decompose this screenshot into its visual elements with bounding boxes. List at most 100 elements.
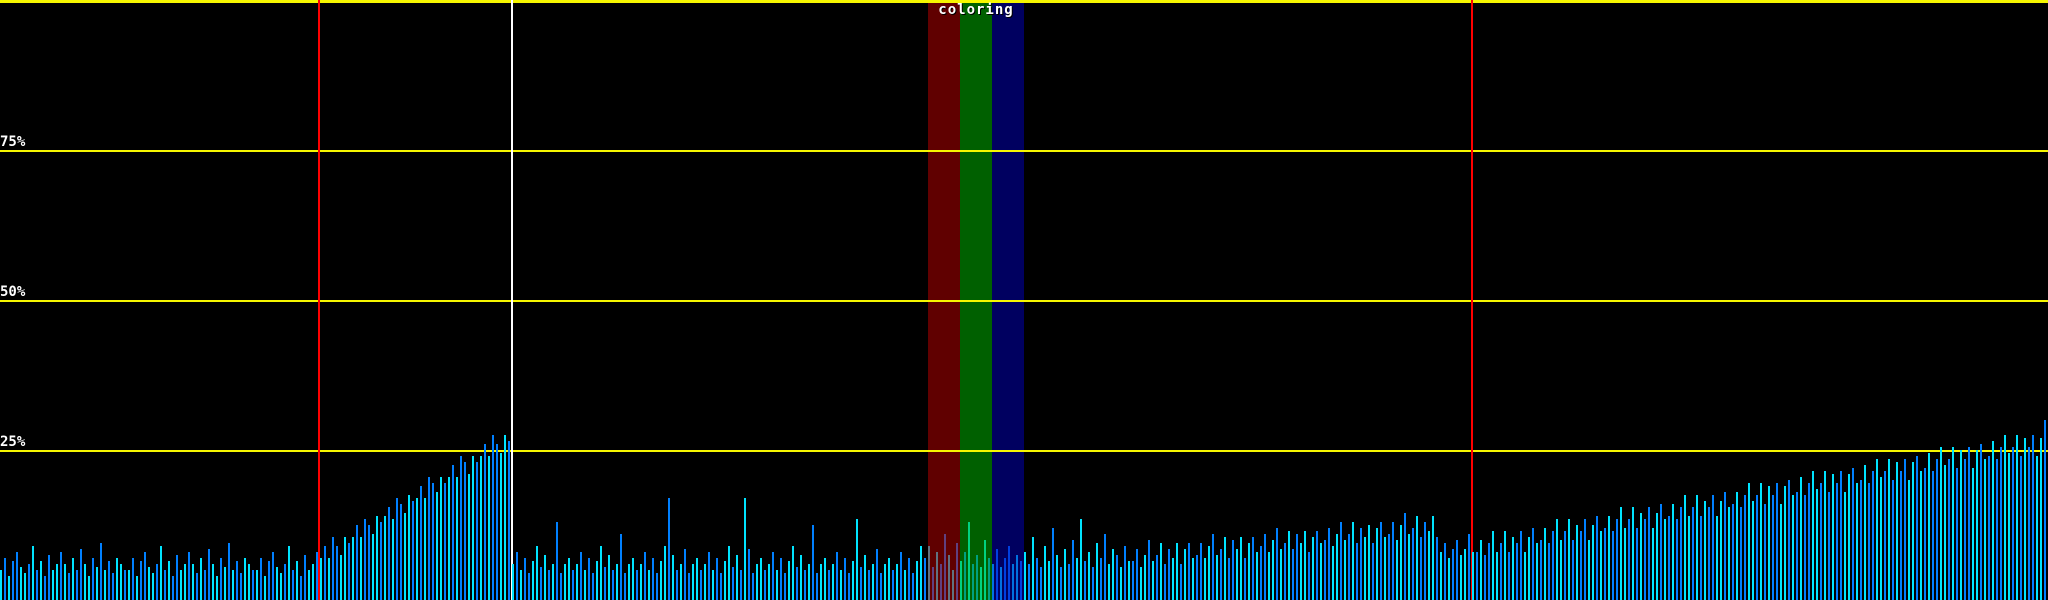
histogram-bar xyxy=(436,492,438,600)
histogram-bar xyxy=(1888,459,1890,600)
histogram-bar xyxy=(1144,555,1146,600)
histogram-bar xyxy=(248,564,250,600)
histogram-bar xyxy=(432,483,434,600)
histogram-bar xyxy=(1836,483,1838,600)
histogram-bar xyxy=(36,570,38,600)
histogram-bar xyxy=(1436,537,1438,600)
histogram-bar xyxy=(1572,540,1574,600)
histogram-bar xyxy=(1400,525,1402,600)
histogram-bar xyxy=(924,558,926,600)
gridline-25pct xyxy=(0,450,2048,452)
histogram-bar xyxy=(1176,543,1178,600)
histogram-bar xyxy=(452,465,454,600)
histogram-bar xyxy=(356,525,358,600)
histogram-bar xyxy=(1468,534,1470,600)
histogram-bar xyxy=(128,570,130,600)
histogram-bar xyxy=(888,558,890,600)
histogram-bar xyxy=(1880,477,1882,600)
histogram-bar xyxy=(788,561,790,600)
histogram-bar xyxy=(28,564,30,600)
histogram-bar xyxy=(972,564,974,600)
histogram-bar xyxy=(76,570,78,600)
histogram-bar xyxy=(1120,567,1122,600)
histogram-bar xyxy=(776,570,778,600)
histogram-bar xyxy=(612,570,614,600)
histogram-bar xyxy=(364,519,366,600)
histogram-bar xyxy=(228,543,230,600)
histogram-bar xyxy=(892,570,894,600)
histogram-bar xyxy=(20,567,22,600)
histogram-bar xyxy=(660,561,662,600)
histogram-bar xyxy=(1196,555,1198,600)
histogram-bar xyxy=(1532,528,1534,600)
histogram-bar xyxy=(1156,555,1158,600)
histogram-bar xyxy=(288,546,290,600)
histogram-bar xyxy=(1876,459,1878,600)
histogram-bar xyxy=(1608,516,1610,600)
histogram-bar xyxy=(2024,438,2026,600)
histogram-bar xyxy=(832,564,834,600)
histogram-bar xyxy=(684,549,686,600)
histogram-bar xyxy=(1560,540,1562,600)
histogram-bar xyxy=(956,543,958,600)
histogram-bar xyxy=(236,561,238,600)
histogram-bar xyxy=(880,573,882,600)
histogram-bar xyxy=(1992,441,1994,600)
histogram-bar xyxy=(692,564,694,600)
histogram-bar xyxy=(1696,495,1698,600)
histogram-bar xyxy=(1932,471,1934,600)
histogram-bar xyxy=(1628,519,1630,600)
histogram-bar xyxy=(1892,480,1894,600)
histogram-bar xyxy=(1552,531,1554,600)
histogram-bar xyxy=(1204,558,1206,600)
histogram-bar xyxy=(1724,492,1726,600)
histogram-bar xyxy=(1036,558,1038,600)
y-tick-label-50: 50% xyxy=(0,284,26,300)
histogram-bar xyxy=(632,558,634,600)
gridline-75pct xyxy=(0,150,2048,152)
histogram-bar xyxy=(608,555,610,600)
histogram-bar xyxy=(308,570,310,600)
histogram-bar xyxy=(1264,534,1266,600)
histogram-bar xyxy=(1768,486,1770,600)
red-marker-1-line xyxy=(318,0,320,600)
histogram-bar xyxy=(656,573,658,600)
histogram-bar xyxy=(976,555,978,600)
histogram-bar xyxy=(2000,447,2002,600)
histogram-bar xyxy=(56,564,58,600)
histogram-bar xyxy=(1088,552,1090,600)
histogram-bar xyxy=(1192,558,1194,600)
histogram-bar xyxy=(808,564,810,600)
histogram-bar xyxy=(1404,513,1406,600)
histogram-bar xyxy=(1916,456,1918,600)
histogram-bar xyxy=(260,558,262,600)
histogram-bar xyxy=(1624,528,1626,600)
histogram-bar xyxy=(1524,552,1526,600)
histogram-bar xyxy=(1276,528,1278,600)
histogram-bar xyxy=(1076,558,1078,600)
histogram-bar xyxy=(592,573,594,600)
histogram-bar xyxy=(48,555,50,600)
histogram-bar xyxy=(936,552,938,600)
histogram-bar xyxy=(196,573,198,600)
histogram-bar xyxy=(1908,480,1910,600)
histogram-bar xyxy=(852,561,854,600)
histogram-bar xyxy=(64,564,66,600)
histogram-bar xyxy=(1316,531,1318,600)
histogram-bar xyxy=(508,441,510,600)
histogram-bar xyxy=(820,564,822,600)
histogram-bar xyxy=(416,498,418,600)
histogram-bar xyxy=(1132,561,1134,600)
histogram-bar xyxy=(140,561,142,600)
histogram-bar xyxy=(1556,519,1558,600)
histogram-bar xyxy=(1116,555,1118,600)
histogram-bar xyxy=(916,561,918,600)
histogram-bar xyxy=(440,477,442,600)
histogram-bar xyxy=(1804,495,1806,600)
histogram-bar xyxy=(532,561,534,600)
histogram-bar xyxy=(1336,534,1338,600)
histogram-bar xyxy=(1716,516,1718,600)
histogram-bar xyxy=(792,546,794,600)
histogram-bar xyxy=(284,564,286,600)
histogram-bar xyxy=(496,444,498,600)
